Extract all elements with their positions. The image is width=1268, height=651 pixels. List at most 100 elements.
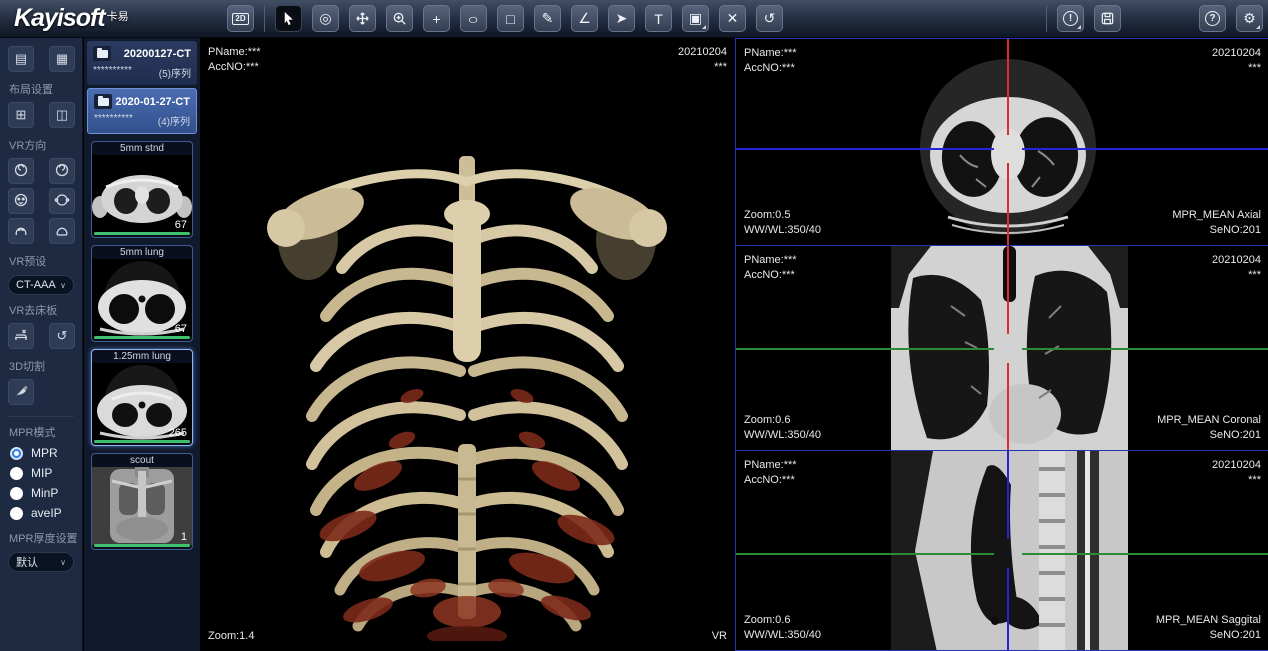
top-toolbar: Kayisoft卡易 2D ◎ + ○ □ ✎ ∠ ➤ T ▣ ✕ ↺ ! ? … (0, 0, 1268, 38)
coronal-crosshair-vertical[interactable] (1007, 363, 1009, 450)
vr-head-back-button[interactable] (49, 188, 75, 214)
tool-key-image[interactable]: ▣ (682, 5, 709, 32)
tool-rect-roi[interactable]: □ (497, 5, 524, 32)
viewport-sagittal[interactable]: PName:***AccNO:*** 20210204*** Zoom:0.6W… (736, 450, 1268, 651)
tool-pan[interactable] (349, 5, 376, 32)
coronal-date-overlay: 20210204*** (1212, 253, 1261, 283)
tool-ellipse-roi[interactable]: ○ (460, 5, 487, 32)
masked-text: *** (678, 60, 727, 75)
tool-2d-mode[interactable]: 2D (227, 5, 254, 32)
vr-ribcage-render (260, 144, 675, 641)
sagittal-crosshair-horizontal[interactable] (736, 553, 994, 555)
mpr-mode-radio-mip[interactable]: MIP (0, 463, 82, 483)
axial-crosshair-vertical[interactable] (1007, 163, 1009, 245)
coronal-crosshair-horizontal[interactable] (736, 348, 994, 350)
tool-delete[interactable]: ✕ (719, 5, 746, 32)
viewport-vr[interactable]: PName:***AccNO:*** 20210204*** Zoom:1.4 … (200, 38, 735, 651)
axial-crosshair-horizontal[interactable] (1022, 148, 1268, 150)
mpr-mode-radio-mpr[interactable]: MPR (0, 443, 82, 463)
sagittal-patient-overlay: PName:***AccNO:*** (744, 458, 797, 488)
mpr-mode-radio-aveip[interactable]: aveIP (0, 503, 82, 523)
coronal-crosshair-vertical[interactable] (1007, 246, 1009, 334)
chevron-down-icon: ∨ (60, 558, 66, 567)
vr-type-overlay: VR (712, 629, 727, 644)
wwwl-text: WW/WL:350/40 (744, 628, 821, 643)
vr-head-front-neck-button[interactable] (8, 218, 34, 244)
viewport-axial[interactable]: PName:***AccNO:*** 20210204*** Zoom:0.5W… (736, 38, 1268, 245)
vr-preset-select[interactable]: CT-AAA ∨ (8, 275, 74, 295)
mpr-type-text: MPR_MEAN Coronal (1157, 413, 1261, 428)
vr-head-top-right-button[interactable] (49, 158, 75, 184)
split-layout-button[interactable]: ◫ (49, 102, 75, 128)
study-item-1[interactable]: 20200127-CT ********** (5)序列 (87, 41, 197, 85)
sagittal-date-overlay: 20210204*** (1212, 458, 1261, 488)
mpr-thickness-select[interactable]: 默认 ∨ (8, 552, 74, 572)
series-thumbnail-5mm-stnd[interactable]: 5mm stnd 67 (91, 141, 193, 238)
mpr-type-text: MPR_MEAN Axial (1172, 208, 1261, 223)
vr-direction-label: VR方向 (0, 130, 82, 156)
thumbnail-image-count: 1 (181, 531, 187, 543)
close-icon: ✕ (727, 10, 739, 27)
tool-reset[interactable]: ↺ (756, 5, 783, 32)
thumbnail-label: 5mm stnd (92, 143, 192, 154)
brand-suffix: 卡易 (107, 11, 129, 23)
grid-icon: ⊞ (16, 107, 27, 123)
study-title: 20200127-CT (124, 48, 191, 60)
grid-layout-button[interactable]: ⊞ (8, 102, 34, 128)
series-thumbnail-scout[interactable]: scout 1 (91, 453, 193, 550)
thumbnail-image-count: 67 (175, 323, 187, 335)
mpr-type-text: MPR_MEAN Saggital (1156, 613, 1261, 628)
series-thumbnail-5mm-lung[interactable]: 5mm lung 67 (91, 245, 193, 342)
tool-arrow-annotate[interactable]: ➤ (608, 5, 635, 32)
vr-head-back-neck-button[interactable] (49, 218, 75, 244)
sagittal-crosshair-horizontal[interactable] (1022, 553, 1268, 555)
tool-save[interactable] (1094, 5, 1121, 32)
series-panel: 20200127-CT ********** (5)序列 2020-01-27-… (84, 38, 200, 651)
radio-label: MPR (31, 446, 58, 460)
angle-icon: ∠ (578, 10, 591, 27)
coronal-crosshair-horizontal[interactable] (1022, 348, 1268, 350)
toolbar-divider (264, 5, 265, 32)
series-thumbnail-125mm-lung[interactable]: 1.25mm lung 265 (91, 349, 193, 446)
axial-crosshair-horizontal[interactable] (736, 148, 994, 150)
cut-knife-button[interactable] (8, 379, 34, 405)
tool-zoom[interactable] (386, 5, 413, 32)
flip-layout-button[interactable]: ▦ (49, 46, 75, 72)
study-date-text: 20210204 (1212, 46, 1261, 61)
flip-layout-icon: ▦ (56, 51, 68, 67)
rectangle-icon: □ (506, 11, 514, 27)
bed-reset-button[interactable]: ↺ (49, 323, 75, 349)
axial-crosshair-vertical[interactable] (1007, 39, 1009, 135)
tool-cursor[interactable] (275, 5, 302, 32)
tool-localize[interactable]: + (423, 5, 450, 32)
sagittal-crosshair-vertical[interactable] (1007, 451, 1009, 539)
report-layout-button[interactable]: ▤ (8, 46, 34, 72)
axial-date-overlay: 20210204*** (1212, 46, 1261, 76)
tool-settings[interactable]: ⚙ (1236, 5, 1263, 32)
pname-text: PName:*** (744, 253, 797, 268)
vr-date-overlay: 20210204*** (678, 45, 727, 75)
tool-windowing[interactable]: ◎ (312, 5, 339, 32)
vr-face-button[interactable] (8, 188, 34, 214)
tool-info[interactable]: ! (1057, 5, 1084, 32)
tool-text-annotate[interactable]: T (645, 5, 672, 32)
folder-open-icon (94, 94, 112, 109)
radio-checked-icon (10, 447, 23, 460)
viewport-coronal[interactable]: PName:***AccNO:*** 20210204*** Zoom:0.6W… (736, 245, 1268, 450)
pname-text: PName:*** (208, 45, 261, 60)
sagittal-crosshair-vertical[interactable] (1007, 568, 1009, 650)
sagittal-zoom-overlay: Zoom:0.6WW/WL:350/40 (744, 613, 821, 643)
tool-angle[interactable]: ∠ (571, 5, 598, 32)
head-back-icon (54, 192, 70, 211)
mpr-mode-radio-minp[interactable]: MinP (0, 483, 82, 503)
vr-head-top-left-button[interactable] (8, 158, 34, 184)
coronal-type-overlay: MPR_MEAN CoronalSeNO:201 (1157, 413, 1261, 443)
magnifier-icon (392, 11, 407, 26)
tool-draw[interactable]: ✎ (534, 5, 561, 32)
key-image-icon: ▣ (689, 10, 702, 27)
remove-bed-button[interactable] (8, 323, 34, 349)
study-item-2[interactable]: 2020-01-27-CT ********** (4)序列 (87, 88, 197, 134)
mpr-column: PName:***AccNO:*** 20210204*** Zoom:0.5W… (735, 38, 1268, 651)
sagittal-type-overlay: MPR_MEAN SaggitalSeNO:201 (1156, 613, 1261, 643)
tool-help[interactable]: ? (1199, 5, 1226, 32)
